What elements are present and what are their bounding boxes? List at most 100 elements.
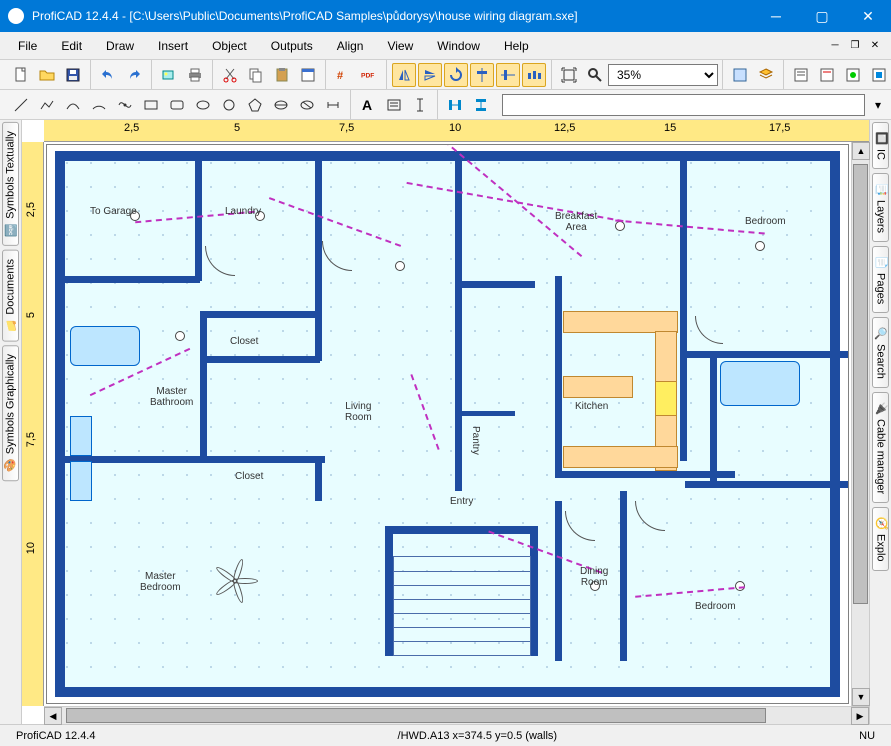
polyline-tool[interactable] xyxy=(35,93,59,117)
snap-v-button[interactable] xyxy=(469,93,493,117)
scroll-down-button[interactable]: ▼ xyxy=(852,688,870,706)
command-input[interactable] xyxy=(502,94,865,116)
counter xyxy=(563,376,633,398)
spline-tool[interactable] xyxy=(113,93,137,117)
cut-button[interactable] xyxy=(218,63,242,87)
scroll-right-button[interactable]: ▶ xyxy=(851,707,869,725)
scrollbar-vertical[interactable]: ▲ ▼ xyxy=(851,142,869,706)
wall xyxy=(620,491,627,661)
roundrect-tool[interactable] xyxy=(165,93,189,117)
scroll-left-button[interactable]: ◀ xyxy=(44,707,62,725)
menu-window[interactable]: Window xyxy=(425,36,492,56)
tab-search[interactable]: 🔍Search xyxy=(872,317,889,388)
flip-v-button[interactable] xyxy=(418,63,442,87)
menu-align[interactable]: Align xyxy=(325,36,376,56)
distribute-button[interactable] xyxy=(522,63,546,87)
ellipse-tool[interactable] xyxy=(191,93,215,117)
arrow-tool[interactable] xyxy=(321,93,345,117)
line-tool[interactable] xyxy=(9,93,33,117)
circle-tool[interactable] xyxy=(217,93,241,117)
renumber-button[interactable]: # xyxy=(331,63,355,87)
print-button[interactable] xyxy=(183,63,207,87)
menu-file[interactable]: File xyxy=(6,36,49,56)
zoom-button[interactable] xyxy=(583,63,607,87)
curve-tool[interactable] xyxy=(61,93,85,117)
label-bedroom-1: Bedroom xyxy=(745,216,786,227)
ruler-v-label: 5 xyxy=(25,312,37,318)
align-h-button[interactable] xyxy=(470,63,494,87)
textbox-tool[interactable] xyxy=(382,93,406,117)
label-bedroom-2: Bedroom xyxy=(695,601,736,612)
dimension-tool[interactable] xyxy=(408,93,432,117)
arc-tool[interactable] xyxy=(87,93,111,117)
rotate-button[interactable] xyxy=(444,63,468,87)
wall xyxy=(555,276,562,476)
wall xyxy=(555,471,735,478)
netlist-button[interactable] xyxy=(789,63,813,87)
zoom-extents-button[interactable] xyxy=(557,63,581,87)
label-master-bath: Master Bathroom xyxy=(150,386,193,408)
layers-button[interactable] xyxy=(754,63,778,87)
open-button[interactable] xyxy=(35,63,59,87)
text-tool[interactable]: A xyxy=(356,93,380,117)
grid-button[interactable] xyxy=(728,63,752,87)
tab-layers[interactable]: 📑Layers xyxy=(872,173,889,242)
wall xyxy=(455,411,515,416)
tab-symbols-textually[interactable]: 🔤Symbols Textually xyxy=(2,122,19,246)
ruler-vertical[interactable]: 2,5 5 7,5 10 xyxy=(22,142,44,706)
zoom-select[interactable]: 35% xyxy=(608,64,718,86)
command-dropdown[interactable]: ▾ xyxy=(870,93,886,117)
wires-button[interactable] xyxy=(841,63,865,87)
ruler-horizontal[interactable]: 2,5 5 7,5 10 12,5 15 17,5 xyxy=(44,120,869,142)
tab-symbols-graphically[interactable]: 🎨Symbols Graphically xyxy=(2,345,19,481)
new-button[interactable] xyxy=(9,63,33,87)
menu-help[interactable]: Help xyxy=(492,36,541,56)
bom-button[interactable] xyxy=(815,63,839,87)
mdi-restore-icon[interactable]: ❐ xyxy=(845,37,865,55)
menu-object[interactable]: Object xyxy=(200,36,259,56)
flip-h-button[interactable] xyxy=(392,63,416,87)
mdi-close-icon[interactable]: ✕ xyxy=(865,37,885,55)
snap-h-button[interactable] xyxy=(443,93,467,117)
polygon-tool[interactable] xyxy=(243,93,267,117)
terminals-button[interactable] xyxy=(867,63,891,87)
undo-button[interactable] xyxy=(96,63,120,87)
mdi-minimize-icon[interactable]: ─ xyxy=(825,37,845,55)
scroll-thumb-h[interactable] xyxy=(66,708,766,723)
bathtub xyxy=(720,361,800,406)
save-button[interactable] xyxy=(61,63,85,87)
chord-tool[interactable] xyxy=(295,93,319,117)
scroll-thumb-v[interactable] xyxy=(853,164,868,604)
pdf-button[interactable]: PDF xyxy=(357,63,381,87)
scroll-up-button[interactable]: ▲ xyxy=(852,142,870,160)
tab-ic[interactable]: 🔲IC xyxy=(872,122,889,169)
menu-outputs[interactable]: Outputs xyxy=(259,36,325,56)
menu-draw[interactable]: Draw xyxy=(94,36,146,56)
drawing-canvas[interactable]: To Garage Laundry Breakfast Area Bedroom… xyxy=(46,144,849,704)
wall xyxy=(710,356,717,486)
tab-cable-manager[interactable]: 🔌Cable manager xyxy=(872,392,889,503)
label-kitchen: Kitchen xyxy=(575,401,608,412)
menu-insert[interactable]: Insert xyxy=(146,36,200,56)
tab-explorer[interactable]: 🧭Explo xyxy=(872,507,889,571)
copy-button[interactable] xyxy=(244,63,268,87)
align-v-button[interactable] xyxy=(496,63,520,87)
copy-image-button[interactable] xyxy=(157,63,181,87)
app-icon xyxy=(8,8,24,24)
wall xyxy=(200,311,320,318)
tab-pages[interactable]: 📄Pages xyxy=(872,246,889,313)
maximize-button[interactable]: ▢ xyxy=(799,0,845,32)
paste-button[interactable] xyxy=(270,63,294,87)
menu-edit[interactable]: Edit xyxy=(49,36,94,56)
rect-tool[interactable] xyxy=(139,93,163,117)
scrollbar-horizontal[interactable]: ◀ ▶ xyxy=(44,706,869,724)
redo-button[interactable] xyxy=(122,63,146,87)
menu-view[interactable]: View xyxy=(375,36,425,56)
close-button[interactable]: ✕ xyxy=(845,0,891,32)
properties-button[interactable] xyxy=(296,63,320,87)
window-title: ProfiCAD 12.4.4 - [C:\Users\Public\Docum… xyxy=(32,9,753,23)
minimize-button[interactable]: ─ xyxy=(753,0,799,32)
wall xyxy=(55,151,65,697)
pie-tool[interactable] xyxy=(269,93,293,117)
tab-documents[interactable]: 📁Documents xyxy=(2,250,19,342)
